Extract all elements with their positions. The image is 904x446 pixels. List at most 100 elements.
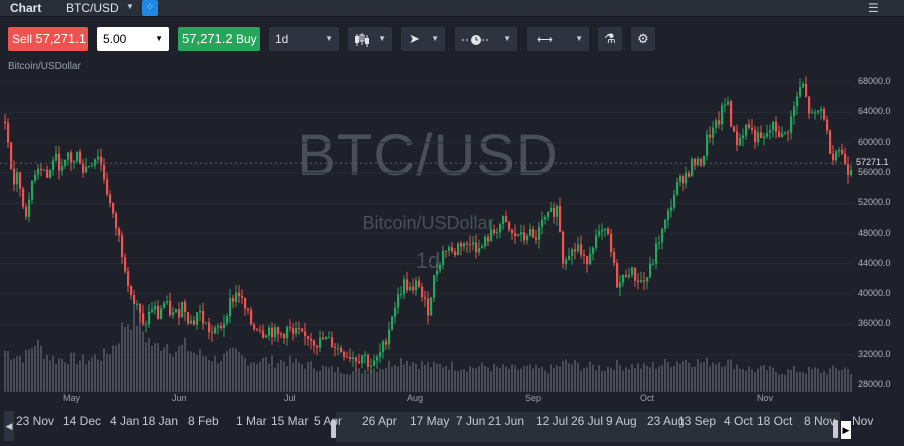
- volume-bar: [772, 367, 774, 392]
- volume-bar: [583, 368, 585, 392]
- candle-body: [526, 235, 529, 241]
- candle-body: [109, 194, 112, 204]
- volume-bar: [385, 367, 387, 392]
- candle-body: [628, 275, 631, 277]
- candle-body: [847, 164, 850, 176]
- volume-bar: [610, 367, 612, 392]
- candle-body: [154, 305, 157, 310]
- navigator-label: 1 Mar: [236, 414, 267, 428]
- candle-body: [730, 101, 733, 127]
- volume-bar: [643, 362, 645, 392]
- volume-bar: [229, 348, 231, 392]
- candle-body: [802, 83, 805, 88]
- candle-body: [748, 124, 751, 128]
- volume-bar: [238, 351, 240, 392]
- volume-bar: [454, 370, 456, 392]
- candle-body: [277, 327, 280, 334]
- candle-body: [736, 131, 739, 146]
- volume-bar: [535, 364, 537, 392]
- candle-body: [739, 138, 742, 146]
- volume-bar: [148, 337, 150, 392]
- volume-bar: [511, 364, 513, 392]
- candle-body: [502, 216, 505, 225]
- candle-body: [607, 228, 610, 234]
- volume-bar: [373, 368, 375, 392]
- navigator-label: 17 May: [410, 414, 450, 428]
- candle-body: [574, 249, 577, 252]
- candle-body: [280, 333, 283, 335]
- volume-bar: [196, 354, 198, 392]
- volume-bar: [4, 350, 6, 392]
- candle-body: [58, 153, 61, 171]
- navigator-handle-left[interactable]: [331, 420, 336, 438]
- candle-body: [25, 206, 28, 217]
- volume-bar: [442, 367, 444, 392]
- volume-bar: [514, 365, 516, 392]
- candle-body: [337, 347, 340, 349]
- candle-body: [238, 292, 241, 297]
- candle-body: [589, 253, 592, 265]
- candle-body: [775, 121, 778, 132]
- volume-bar: [340, 372, 342, 392]
- candle-body: [361, 355, 364, 364]
- volume-bar: [658, 366, 660, 392]
- candle-body: [7, 122, 10, 143]
- candle-body: [829, 130, 832, 154]
- volume-bar: [829, 368, 831, 392]
- volume-bar: [175, 351, 177, 392]
- volume-bar: [328, 367, 330, 392]
- volume-bar: [88, 360, 90, 392]
- price-chart[interactable]: [0, 0, 904, 446]
- candle-body: [793, 106, 796, 117]
- candle-body: [229, 297, 232, 317]
- volume-bar: [28, 349, 30, 392]
- candle-body: [301, 328, 304, 332]
- volume-bar: [319, 370, 321, 392]
- volume-bar: [796, 372, 798, 392]
- candle-body: [406, 279, 409, 291]
- volume-bar: [79, 360, 81, 392]
- volume-bar: [523, 366, 525, 392]
- navigator-handle-right[interactable]: [833, 420, 838, 438]
- candle-body: [211, 332, 214, 334]
- volume-bar: [793, 366, 795, 392]
- volume-bar: [250, 362, 252, 392]
- scroll-right-button[interactable]: ▶: [841, 421, 851, 439]
- volume-bar: [232, 347, 234, 392]
- candle-body: [511, 229, 514, 234]
- candle-body: [274, 327, 277, 337]
- candle-body: [478, 247, 481, 253]
- volume-bar: [7, 351, 9, 392]
- candle-body: [376, 356, 379, 361]
- volume-bar: [769, 365, 771, 392]
- volume-bar: [289, 355, 291, 392]
- volume-bar: [691, 366, 693, 392]
- candle-body: [151, 309, 154, 312]
- volume-bar: [733, 369, 735, 392]
- volume-bar: [46, 354, 48, 392]
- candle-body: [250, 310, 253, 325]
- candle-body: [715, 120, 718, 128]
- candle-body: [307, 336, 310, 339]
- volume-bar: [406, 360, 408, 392]
- volume-bar: [139, 313, 141, 392]
- candle-body: [682, 175, 685, 184]
- volume-bar: [217, 363, 219, 392]
- volume-bar: [109, 354, 111, 392]
- scroll-left-button[interactable]: ◀: [4, 411, 14, 441]
- candle-body: [493, 229, 496, 234]
- candle-body: [226, 316, 229, 324]
- volume-bar: [334, 372, 336, 392]
- volume-bar: [604, 370, 606, 392]
- candle-body: [460, 243, 463, 247]
- volume-bar: [256, 364, 258, 392]
- volume-bar: [337, 367, 339, 392]
- volume-bar: [754, 372, 756, 392]
- volume-bar: [685, 359, 687, 392]
- volume-bar: [226, 351, 228, 392]
- volume-bar: [529, 364, 531, 392]
- volume-bar: [490, 371, 492, 392]
- candle-body: [139, 303, 142, 314]
- volume-bar: [469, 366, 471, 392]
- candle-body: [397, 294, 400, 308]
